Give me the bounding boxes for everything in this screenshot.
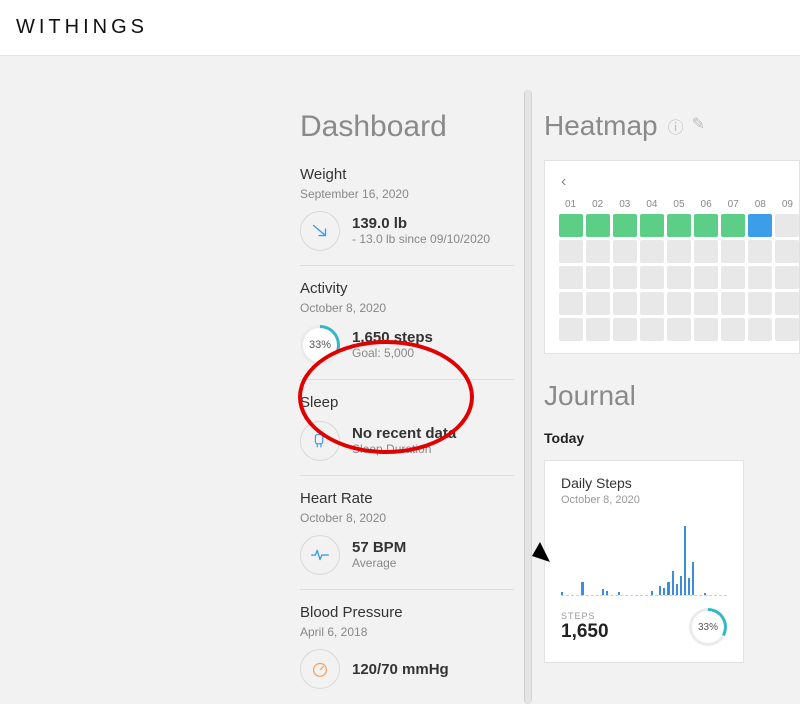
- steps-bar-chart: [561, 516, 727, 596]
- weight-title: Weight: [300, 166, 514, 183]
- card-title: Daily Steps: [561, 475, 727, 491]
- weight-value: 139.0 lb: [352, 215, 490, 232]
- steps-value: 1,650: [561, 621, 609, 643]
- journal-subtitle: Today: [544, 430, 800, 446]
- heatmap-widget[interactable]: ‹ 010203040506070809: [544, 160, 800, 354]
- activity-title: Activity: [300, 280, 514, 297]
- topbar: WITHINGS: [0, 0, 800, 56]
- steps-label: STEPS: [561, 611, 609, 621]
- vertical-scrollbar[interactable]: [524, 90, 532, 704]
- metric-heartrate[interactable]: Heart Rate October 8, 2020 57 BPM Averag…: [300, 476, 514, 590]
- heartrate-sub: Average: [352, 556, 406, 572]
- metric-weight[interactable]: Weight September 16, 2020 139.0 lb - 13.…: [300, 166, 514, 266]
- bp-value: 120/70 mmHg: [352, 661, 449, 678]
- heatmap-grid: [555, 214, 799, 341]
- steps-progress-ring: 33%: [689, 608, 727, 646]
- gauge-icon: [300, 649, 340, 689]
- sleep-sub: Sleep Duration: [352, 442, 456, 458]
- heatmap-day-labels: 010203040506070809: [555, 199, 799, 210]
- heartbeat-icon: [300, 535, 340, 575]
- heartrate-date: October 8, 2020: [300, 511, 514, 525]
- weight-date: September 16, 2020: [300, 187, 514, 201]
- sleep-icon: [300, 421, 340, 461]
- dashboard-panel: Dashboard Weight September 16, 2020 139.…: [300, 110, 524, 704]
- right-column: Heatmap ⓘ ✎ ‹ 010203040506070809 Journal…: [532, 110, 800, 704]
- edit-icon[interactable]: ✎: [692, 114, 705, 138]
- sleep-value: No recent data: [352, 425, 456, 442]
- trend-down-icon: [300, 211, 340, 251]
- card-date: October 8, 2020: [561, 494, 727, 506]
- daily-steps-card[interactable]: Daily Steps October 8, 2020 STEPS 1,650 …: [544, 460, 744, 663]
- sleep-title: Sleep: [300, 394, 514, 411]
- help-icon[interactable]: ⓘ: [668, 114, 684, 138]
- heartrate-value: 57 BPM: [352, 539, 406, 556]
- bp-title: Blood Pressure: [300, 604, 514, 621]
- metric-activity[interactable]: Activity October 8, 2020 33% 1,650 steps…: [300, 266, 514, 380]
- metric-sleep[interactable]: Sleep No recent data Sleep Duration: [300, 380, 514, 476]
- chevron-left-icon[interactable]: ‹: [555, 169, 572, 195]
- metric-bloodpressure[interactable]: Blood Pressure April 6, 2018 120/70 mmHg: [300, 590, 514, 703]
- heartrate-title: Heart Rate: [300, 490, 514, 507]
- weight-sub: - 13.0 lb since 09/10/2020: [352, 232, 490, 248]
- activity-progress-ring: 33%: [300, 325, 340, 365]
- dashboard-title: Dashboard: [300, 110, 514, 144]
- bp-date: April 6, 2018: [300, 625, 514, 639]
- brand-logo: WITHINGS: [16, 16, 148, 39]
- activity-value: 1,650 steps: [352, 329, 433, 346]
- content: Dashboard Weight September 16, 2020 139.…: [0, 56, 800, 704]
- left-gutter: [0, 110, 300, 704]
- heatmap-title: Heatmap ⓘ ✎: [544, 110, 800, 142]
- activity-date: October 8, 2020: [300, 301, 514, 315]
- activity-goal: Goal: 5,000: [352, 346, 433, 362]
- journal-title: Journal: [544, 380, 800, 412]
